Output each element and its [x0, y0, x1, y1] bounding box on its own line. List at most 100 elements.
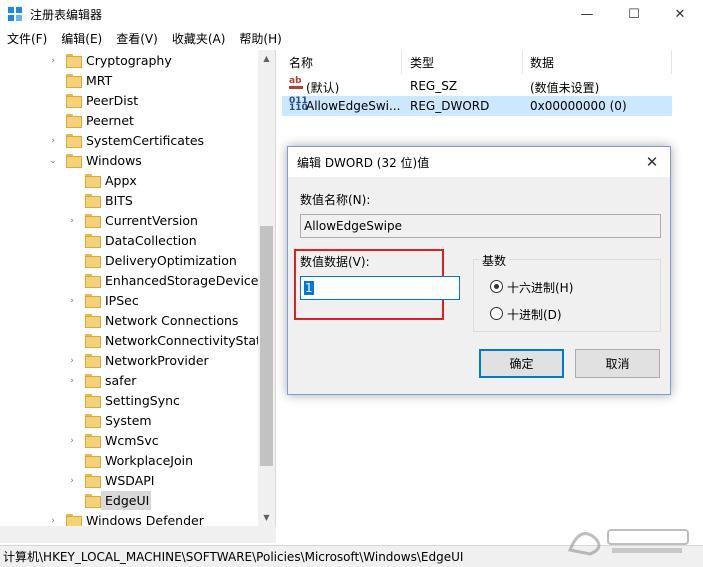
tree-item[interactable]: EnhancedStorageDevices	[0, 271, 265, 291]
tree-item[interactable]: Network Connections	[0, 311, 258, 331]
menu-favorites[interactable]: 收藏夹(A)	[165, 30, 233, 47]
scroll-up-arrow-icon[interactable]: ▲	[258, 50, 275, 67]
tree-item-label: PeerDist	[86, 93, 139, 108]
folder-icon	[85, 414, 101, 428]
value-row[interactable]: ab (默认) REG_SZ (数值未设置)	[282, 76, 672, 96]
tree-item[interactable]: WorkplaceJoin	[0, 451, 258, 471]
status-path: 计算机\HKEY_LOCAL_MACHINE\SOFTWARE\Policies…	[3, 550, 464, 564]
tree-item[interactable]: BITS	[0, 191, 258, 211]
radio-dec[interactable]	[490, 307, 503, 320]
radio-dec-label[interactable]: 十进制(D)	[507, 306, 562, 323]
close-button[interactable]: ✕	[657, 0, 703, 28]
folder-icon	[66, 154, 82, 168]
collapsed-chevron-icon	[67, 176, 77, 186]
folder-icon	[85, 374, 101, 388]
value-name-label: 数值名称(N):	[300, 193, 371, 207]
tree-item-label: CurrentVersion	[105, 213, 198, 228]
tree-item-label: SystemCertificates	[86, 133, 205, 148]
tree-item[interactable]: › WcmSvc	[0, 431, 258, 451]
radio-hex[interactable]	[490, 280, 503, 293]
tree-item-label: BITS	[105, 193, 133, 208]
folder-icon	[66, 134, 82, 148]
value-name: AllowEdgeSwi...	[306, 99, 401, 113]
collapsed-chevron-icon[interactable]: ›	[48, 56, 58, 66]
tree-item[interactable]: › IPSec	[0, 291, 258, 311]
collapsed-chevron-icon[interactable]: ›	[67, 476, 77, 486]
value-name: (默认)	[306, 81, 340, 95]
tree-item-label: SettingSync	[105, 393, 180, 408]
menu-bar: 文件(F) 编辑(E) 查看(V) 收藏夹(A) 帮助(H)	[0, 28, 703, 48]
site-logo-watermark	[567, 529, 689, 556]
radio-hex-label[interactable]: 十六进制(H)	[507, 279, 573, 296]
scroll-down-arrow-icon[interactable]: ▼	[258, 509, 275, 526]
column-header-type[interactable]: 类型	[403, 50, 523, 74]
tree-item-label: System	[105, 413, 152, 428]
tree-item[interactable]: DataCollection	[0, 231, 258, 251]
minimize-button[interactable]: —	[564, 0, 610, 28]
collapsed-chevron-icon	[67, 196, 77, 206]
expanded-chevron-icon[interactable]: ⌄	[48, 156, 58, 166]
tree-item-label: EdgeUI	[105, 493, 150, 508]
tree-item-label: NetworkProvider	[105, 353, 209, 368]
value-type: REG_SZ	[410, 79, 458, 93]
tree-horizontal-scrollbar[interactable]	[0, 526, 276, 543]
collapsed-chevron-icon	[67, 456, 77, 466]
cancel-button[interactable]: 取消	[575, 349, 660, 378]
ok-button[interactable]: 确定	[479, 349, 564, 378]
folder-icon	[85, 314, 101, 328]
registry-tree[interactable]: › Cryptography MRT PeerDist Peernet › SystemCe…	[0, 50, 276, 526]
collapsed-chevron-icon[interactable]: ›	[67, 216, 77, 226]
tree-item[interactable]: › SystemCertificates	[0, 131, 258, 151]
collapsed-chevron-icon	[48, 96, 58, 106]
menu-view[interactable]: 查看(V)	[109, 30, 165, 47]
collapsed-chevron-icon[interactable]: ›	[48, 136, 58, 146]
tree-item[interactable]: › Cryptography	[0, 51, 258, 71]
tree-item-label: WorkplaceJoin	[105, 453, 194, 468]
column-header-data[interactable]: 数据	[523, 50, 672, 74]
collapsed-chevron-icon	[67, 256, 77, 266]
tree-item[interactable]: › CurrentVersion	[0, 211, 258, 231]
scroll-thumb[interactable]	[260, 226, 273, 466]
tree-item[interactable]: EdgeUI	[0, 491, 258, 511]
collapsed-chevron-icon	[67, 416, 77, 426]
tree-item[interactable]: › WSDAPI	[0, 471, 258, 491]
dialog-close-icon[interactable]: ✕	[640, 150, 664, 174]
tree-item[interactable]: › NetworkProvider	[0, 351, 258, 371]
folder-icon	[85, 474, 101, 488]
value-data-input[interactable]: 1	[300, 276, 460, 300]
collapsed-chevron-icon	[67, 276, 77, 286]
dword-value-icon: 011 110	[289, 96, 308, 113]
tree-item[interactable]: DeliveryOptimization	[0, 251, 258, 271]
tree-item[interactable]: PeerDist	[0, 91, 258, 111]
value-type: REG_DWORD	[410, 99, 490, 113]
edit-dword-dialog: 编辑 DWORD (32 位)值 ✕ 数值名称(N): AllowEdgeSwi…	[287, 146, 671, 395]
tree-item[interactable]: › safer	[0, 371, 258, 391]
collapsed-chevron-icon[interactable]: ›	[67, 356, 77, 366]
maximize-button[interactable]: ☐	[611, 0, 657, 28]
collapsed-chevron-icon	[67, 316, 77, 326]
menu-file[interactable]: 文件(F)	[0, 30, 54, 47]
menu-edit[interactable]: 编辑(E)	[54, 30, 109, 47]
tree-item[interactable]: Appx	[0, 171, 258, 191]
folder-icon	[66, 54, 82, 68]
tree-item[interactable]: System	[0, 411, 258, 431]
column-header-name[interactable]: 名称	[282, 50, 402, 74]
tree-item-label: Network Connections	[105, 313, 239, 328]
collapsed-chevron-icon[interactable]: ›	[67, 296, 77, 306]
menu-help[interactable]: 帮助(H)	[232, 30, 288, 47]
tree-item[interactable]: › Windows Defender	[0, 511, 258, 526]
value-row-selected[interactable]: 011 110 AllowEdgeSwi... REG_DWORD 0x00000…	[282, 96, 672, 116]
collapsed-chevron-icon[interactable]: ›	[48, 516, 58, 526]
tree-item[interactable]: ⌄ Windows	[0, 151, 258, 171]
dialog-title: 编辑 DWORD (32 位)值	[297, 156, 430, 170]
folder-icon	[66, 94, 82, 108]
tree-item[interactable]: NetworkConnectivityStatus	[0, 331, 275, 351]
regedit-app-icon	[8, 7, 22, 21]
collapsed-chevron-icon[interactable]: ›	[67, 436, 77, 446]
collapsed-chevron-icon[interactable]: ›	[67, 376, 77, 386]
tree-item[interactable]: SettingSync	[0, 391, 258, 411]
tree-item[interactable]: Peernet	[0, 111, 258, 131]
tree-vertical-scrollbar[interactable]: ▲ ▼	[258, 50, 275, 526]
collapsed-chevron-icon	[67, 496, 77, 506]
tree-item[interactable]: MRT	[0, 71, 258, 91]
